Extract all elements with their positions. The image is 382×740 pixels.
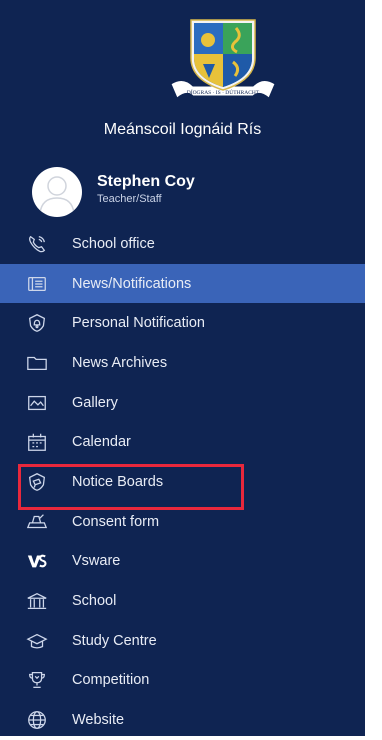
menu-item-label: School office bbox=[72, 235, 155, 252]
menu-item-news-notifications[interactable]: News/Notifications bbox=[0, 263, 365, 304]
menu-item-website[interactable]: Website bbox=[0, 700, 365, 740]
menu-item-study-centre[interactable]: Study Centre bbox=[0, 621, 365, 661]
school-crest-logo: DÍOGRAS · IS · DÚTHRACHT bbox=[170, 19, 276, 99]
phone-icon bbox=[29, 235, 46, 253]
image-icon bbox=[28, 395, 46, 410]
navigation-menu: School office News/Notifications Persona… bbox=[0, 224, 365, 740]
user-placeholder-icon bbox=[39, 176, 75, 214]
menu-item-competition[interactable]: Competition bbox=[0, 661, 365, 701]
menu-item-label: News Archives bbox=[72, 354, 168, 371]
school-name: Meánscoil Iognáid Rís bbox=[103, 121, 262, 138]
folder-icon bbox=[27, 356, 47, 370]
menu-item-label: Vsware bbox=[72, 553, 121, 570]
vsware-logo-icon bbox=[27, 555, 47, 568]
menu-item-label: Gallery bbox=[72, 394, 118, 411]
menu-item-label: News/Notifications bbox=[72, 275, 192, 292]
newspaper-icon bbox=[28, 276, 46, 291]
menu-item-calendar[interactable]: Calendar bbox=[0, 422, 365, 462]
menu-item-vsware[interactable]: Vsware bbox=[0, 542, 365, 582]
menu-item-label: Competition bbox=[72, 672, 150, 689]
user-role: Teacher/Staff bbox=[97, 193, 162, 205]
user-name: Stephen Coy bbox=[97, 173, 195, 190]
trophy-icon bbox=[29, 672, 45, 689]
menu-item-label: Calendar bbox=[72, 434, 131, 451]
menu-item-news-archives[interactable]: News Archives bbox=[0, 343, 365, 383]
calendar-icon bbox=[28, 434, 46, 452]
bell-shield-icon bbox=[28, 314, 46, 333]
school-building-icon bbox=[27, 592, 47, 610]
notice-board-icon bbox=[28, 473, 46, 491]
globe-icon bbox=[28, 711, 46, 729]
menu-item-school[interactable]: School bbox=[0, 581, 365, 621]
menu-item-label: School bbox=[72, 593, 117, 610]
menu-item-personal-notification[interactable]: Personal Notification bbox=[0, 303, 365, 343]
menu-item-label: Study Centre bbox=[72, 632, 157, 649]
graduation-cap-icon bbox=[26, 633, 48, 649]
avatar bbox=[32, 167, 82, 217]
consent-form-icon bbox=[26, 513, 48, 528]
menu-item-gallery[interactable]: Gallery bbox=[0, 383, 365, 423]
menu-item-notice-boards[interactable]: Notice Boards bbox=[0, 462, 365, 502]
menu-item-label: Website bbox=[72, 712, 125, 729]
menu-item-consent-form[interactable]: Consent form bbox=[0, 502, 365, 542]
menu-item-school-office[interactable]: School office bbox=[0, 224, 365, 264]
menu-item-label: Personal Notification bbox=[72, 315, 205, 332]
menu-item-label: Consent form bbox=[72, 513, 160, 530]
menu-item-label: Notice Boards bbox=[72, 473, 164, 490]
user-profile[interactable]: Stephen Coy Teacher/Staff bbox=[0, 162, 365, 218]
navigation-drawer: DÍOGRAS · IS · DÚTHRACHT Meánscoil Iogná… bbox=[0, 0, 365, 736]
